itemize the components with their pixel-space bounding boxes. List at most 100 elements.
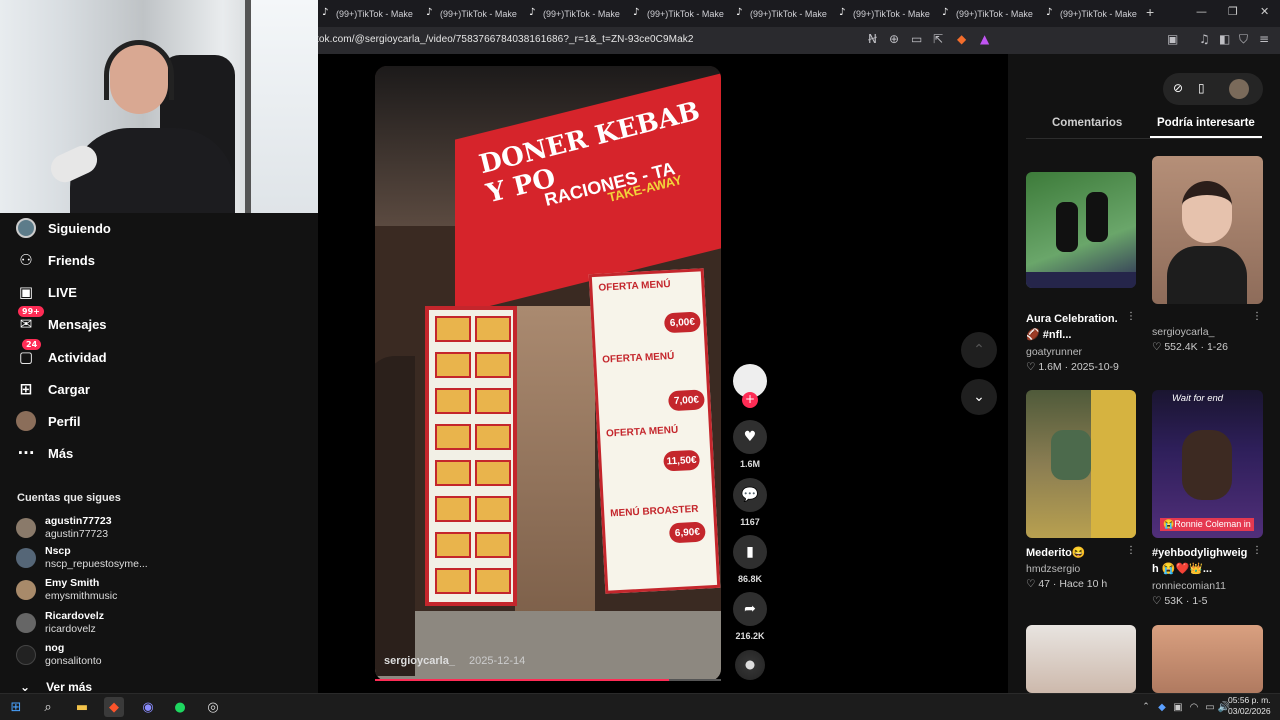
new-tab-button[interactable]: + — [1146, 4, 1154, 20]
clock[interactable]: 05:56 p. m. 03/02/2026 — [1228, 695, 1271, 717]
phone-icon[interactable]: ▯ — [1198, 81, 1205, 95]
sidebar-item-cargar[interactable]: ⊞ Cargar — [16, 379, 90, 399]
brave-browser-icon[interactable]: ◆ — [104, 697, 124, 717]
browser-tab[interactable]: (99+)TikTok - Make — [1046, 3, 1146, 25]
tab-comentarios[interactable]: Comentarios — [1052, 117, 1122, 129]
music-disc-icon[interactable] — [735, 650, 765, 680]
tiktok-icon — [839, 7, 848, 19]
sidebar-item-live[interactable]: ▣ LIVE — [16, 282, 77, 302]
more-options-icon[interactable]: ⋮ — [1252, 545, 1262, 556]
brave-rewards-icon[interactable]: ▲ — [980, 32, 989, 46]
tiktok-icon — [633, 7, 642, 19]
chevron-down-icon: ⌄ — [20, 680, 31, 694]
followed-account[interactable]: Ricardovelz ricardovelz — [16, 610, 104, 636]
sidebar-item-actividad[interactable]: ▢ 24 Actividad — [16, 339, 107, 367]
followed-account[interactable]: Nscp nscp_repuestosyme... — [16, 545, 148, 571]
tab-podria-interesarte[interactable]: Podría interesarte — [1157, 117, 1255, 129]
next-video-button[interactable]: ⌄ — [961, 379, 997, 415]
video-thumbnail[interactable] — [1026, 390, 1136, 538]
like-button[interactable]: ♥ 1.6M — [733, 420, 767, 469]
close-icon[interactable]: ✕ — [1260, 5, 1269, 18]
share-button[interactable]: ➦ 216.2K — [733, 592, 767, 641]
browser-tab[interactable]: (99+)TikTok - Make — [322, 3, 422, 25]
panel-icon[interactable]: ◧ — [1219, 32, 1230, 46]
vpn-icon[interactable]: ⛉ — [1239, 32, 1248, 47]
browser-tab[interactable]: (99+)TikTok - Make — [426, 3, 526, 25]
more-options-icon[interactable]: ⋮ — [1126, 311, 1136, 322]
avatar — [16, 548, 36, 568]
video-thumbnail[interactable] — [1152, 156, 1263, 304]
following-heading: Cuentas que sigues — [17, 492, 121, 504]
compass-icon[interactable]: ⊘ — [1173, 81, 1183, 95]
url-field[interactable]: tok.com/@sergioycarla_/video/75837667840… — [316, 34, 694, 45]
avatar — [16, 218, 36, 238]
zoom-icon[interactable]: ⊕ — [889, 32, 899, 46]
obs-icon[interactable]: ◎ — [203, 697, 223, 717]
video-thumbnail[interactable] — [1152, 625, 1263, 693]
browser-tab[interactable]: (99+)TikTok - Make — [736, 3, 836, 25]
avatar — [16, 645, 36, 665]
messages-icon: ✉ 99+ — [16, 306, 44, 334]
followed-account[interactable]: agustin77723 agustin77723 — [16, 515, 112, 541]
friends-icon: ⚇ — [19, 251, 33, 269]
tiktok-icon — [529, 7, 538, 19]
browser-tab[interactable]: (99+)TikTok - Make — [942, 3, 1042, 25]
activity-badge: 24 — [22, 339, 42, 350]
comment-button[interactable]: 💬 1167 — [733, 478, 767, 527]
translate-icon[interactable]: Ꞥ — [868, 32, 877, 46]
media-icon[interactable]: ♫ — [1199, 32, 1210, 46]
followed-account[interactable]: Emy Smith emysmithmusic — [16, 577, 117, 603]
video-thumbnail[interactable] — [1026, 172, 1136, 288]
sidebar-item-mas[interactable]: ··· Más — [16, 443, 73, 463]
browser-tab[interactable]: (99+)TikTok - Make — [839, 3, 939, 25]
tiktok-icon — [322, 7, 331, 19]
search-icon[interactable]: ⌕ — [38, 697, 58, 717]
more-options-icon[interactable]: ⋮ — [1252, 311, 1262, 322]
video-thumbnail[interactable] — [1026, 625, 1136, 693]
like-count: 1.6M — [739, 459, 760, 469]
share-arrow-icon: ➦ — [733, 592, 767, 626]
video-date: 2025-12-14 — [469, 655, 526, 667]
brave-shield-icon[interactable]: ◆ — [957, 32, 966, 46]
browser-tab[interactable]: (99+)TikTok - Make — [529, 3, 629, 25]
activity-icon: ▢ 24 — [16, 339, 42, 367]
sidebar-item-perfil[interactable]: Perfil — [16, 411, 81, 431]
file-explorer-icon[interactable]: ▬ — [72, 697, 92, 717]
discord-icon[interactable]: ◉ — [138, 697, 158, 717]
see-more-button[interactable]: ⌄ Ver más — [20, 680, 92, 694]
minimize-icon[interactable]: — — [1196, 5, 1207, 18]
avatar[interactable] — [1229, 79, 1249, 99]
heart-icon: ♥ — [733, 420, 767, 454]
follow-plus-icon[interactable]: + — [742, 392, 758, 408]
spotify-icon[interactable]: ● — [170, 697, 190, 717]
avatar — [16, 580, 36, 600]
video-progress-bar[interactable] — [375, 679, 721, 681]
video-player[interactable]: DONER KEBAB Y PO RACIONES - TA TAKE-AWAY… — [375, 66, 721, 681]
more-options-icon[interactable]: ⋮ — [1126, 545, 1136, 556]
chevron-down-icon: ⌄ — [973, 389, 985, 405]
previous-video-button[interactable]: ⌃ — [961, 332, 997, 368]
upload-icon: ⊞ — [19, 380, 33, 398]
taskbar — [0, 693, 1280, 720]
video-thumbnail[interactable]: Wait for end 😭Ronnie Coleman in — [1152, 390, 1263, 538]
restore-icon[interactable]: ❐ — [1228, 5, 1238, 18]
cast-icon[interactable]: ▭ — [911, 32, 922, 46]
followed-account[interactable]: nog gonsalitonto — [16, 642, 102, 668]
comment-count: 1167 — [740, 517, 760, 527]
chevron-up-icon: ⌃ — [973, 342, 985, 358]
sidebar-toggle-icon[interactable]: ▣ — [1167, 32, 1178, 46]
share-icon[interactable]: ⇱ — [933, 32, 943, 46]
progress-fill — [375, 679, 670, 681]
avatar — [16, 518, 36, 538]
browser-tab[interactable]: (99+)TikTok - Make — [633, 3, 733, 25]
menu-board — [425, 306, 517, 606]
save-button[interactable]: ▮ 86.8K — [733, 535, 767, 584]
sidebar-item-siguiendo[interactable]: Siguiendo — [16, 218, 111, 238]
webcam-overlay — [0, 0, 318, 213]
offer-poster: OFERTA MENÚ 6,00€ OFERTA MENÚ 7,00€ OFER… — [588, 268, 721, 594]
sidebar-item-mensajes[interactable]: ✉ 99+ Mensajes — [16, 306, 107, 334]
sidebar-item-friends[interactable]: ⚇ Friends — [16, 250, 95, 270]
video-author[interactable]: sergioycarla_ — [384, 655, 455, 667]
windows-start-icon[interactable]: ⊞ — [6, 697, 26, 717]
menu-icon[interactable]: ≡ — [1259, 32, 1269, 46]
